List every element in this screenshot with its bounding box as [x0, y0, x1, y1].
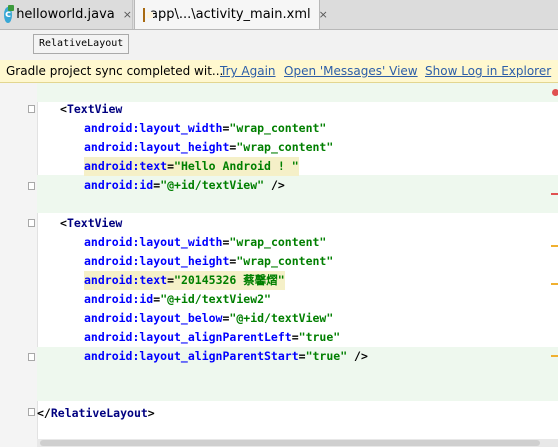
attribute-name: android:layout_width: [84, 235, 223, 249]
fold-marker-icon[interactable]: [28, 182, 35, 190]
fold-marker-icon[interactable]: [28, 353, 35, 361]
attribute-name: android:layout_alignParentLeft: [84, 330, 292, 344]
attribute-name: android:layout_height: [84, 254, 230, 268]
code-line-attribute: android:id="@+id/textView" />: [84, 178, 285, 192]
code-line-attribute: android:layout_alignParentStart="true" /…: [84, 349, 368, 363]
tab-helloworld-java[interactable]: c helloworld.java ×: [0, 0, 133, 29]
code-line-attribute: android:layout_width="wrap_content": [84, 235, 327, 249]
tag-bracket: </: [37, 406, 51, 420]
java-class-icon: c: [4, 4, 15, 23]
tag-name: RelativeLayout: [50, 406, 148, 420]
tag-bracket: <: [60, 102, 67, 116]
attribute-name: android:text: [84, 159, 168, 173]
tag-name: TextView: [66, 216, 123, 230]
attribute-name: android:layout_height: [84, 140, 230, 154]
attribute-name: android:layout_below: [84, 311, 223, 325]
tag-bracket: >: [147, 406, 155, 420]
attribute-name: android:text: [84, 273, 168, 287]
code-editor[interactable]: <TextView android:layout_width="wrap_con…: [0, 83, 558, 447]
layout-xml-icon: [143, 7, 153, 22]
try-again-link[interactable]: Try Again: [220, 60, 276, 82]
breadcrumb-relativelayout[interactable]: RelativeLayout: [33, 34, 130, 54]
code-line-attribute: android:text="Hello Android ! ": [84, 157, 299, 176]
code-line-attribute: android:layout_below="@+id/textView": [84, 311, 334, 325]
error-stripe-mark[interactable]: [551, 193, 558, 195]
self-close: />: [264, 178, 285, 192]
warning-stripe-mark[interactable]: [551, 355, 558, 357]
attribute-value: "wrap_content": [229, 235, 327, 249]
self-close: />: [347, 349, 368, 363]
fold-marker-icon[interactable]: [28, 408, 35, 416]
warning-stripe-mark[interactable]: [551, 283, 558, 285]
code-line-textview-open: <TextView: [60, 214, 122, 233]
tag-name: TextView: [66, 102, 123, 116]
code-line-textview-open: <TextView: [60, 100, 122, 119]
fold-marker-icon[interactable]: [28, 105, 35, 113]
code-line-relativelayout-close: </RelativeLayout>: [37, 404, 155, 423]
attribute-value: "true": [305, 349, 348, 363]
attribute-value: "wrap_content": [229, 121, 327, 135]
code-line-attribute: android:id="@+id/textView2": [84, 292, 271, 306]
attribute-name: android:id: [84, 292, 154, 306]
scrollbar-thumb[interactable]: [40, 440, 540, 446]
attribute-value: "wrap_content": [236, 140, 334, 154]
code-line-attribute: android:layout_width="wrap_content": [84, 121, 327, 135]
attribute-name: android:id: [84, 178, 154, 192]
tag-bracket: <: [60, 216, 67, 230]
attribute-value: "true": [298, 330, 341, 344]
attribute-value: "@+id/textView2": [160, 292, 271, 306]
error-indicator-icon[interactable]: [552, 89, 558, 96]
code-line-attribute: android:layout_height="wrap_content": [84, 140, 334, 154]
attribute-name: android:layout_width: [84, 121, 223, 135]
notification-message: Gradle project sync completed wit...: [6, 64, 224, 78]
code-line-attribute: android:layout_alignParentLeft="true": [84, 330, 341, 344]
tab-label: app\...\activity_main.xml: [150, 7, 311, 22]
attribute-name: android:layout_alignParentStart: [84, 349, 299, 363]
editor-tab-bar: c helloworld.java × app\...\activity_mai…: [0, 0, 558, 30]
tab-label: helloworld.java: [16, 7, 115, 22]
fold-marker-icon[interactable]: [28, 219, 35, 227]
show-log-in-explorer-link[interactable]: Show Log in Explorer: [425, 60, 551, 82]
attribute-value: "wrap_content": [236, 254, 334, 268]
attribute-value: "20145326 蔡馨熠": [174, 273, 285, 287]
warning-stripe-mark[interactable]: [551, 245, 558, 247]
attribute-value: "Hello Android ! ": [174, 159, 299, 173]
close-tab-icon[interactable]: ×: [319, 8, 328, 21]
code-line-attribute: android:text="20145326 蔡馨熠": [84, 271, 285, 290]
code-line-attribute: android:layout_height="wrap_content": [84, 254, 334, 268]
open-messages-view-link[interactable]: Open 'Messages' View: [284, 60, 418, 82]
attribute-value: "@+id/textView": [160, 178, 265, 192]
gradle-sync-notification: Gradle project sync completed wit... Try…: [0, 60, 558, 83]
tab-activity-main-xml[interactable]: app\...\activity_main.xml ×: [134, 0, 328, 29]
close-tab-icon[interactable]: ×: [123, 8, 132, 21]
breadcrumb-bar: RelativeLayout: [0, 30, 558, 60]
editor-gutter: [0, 83, 38, 447]
attribute-value: "@+id/textView": [229, 311, 334, 325]
